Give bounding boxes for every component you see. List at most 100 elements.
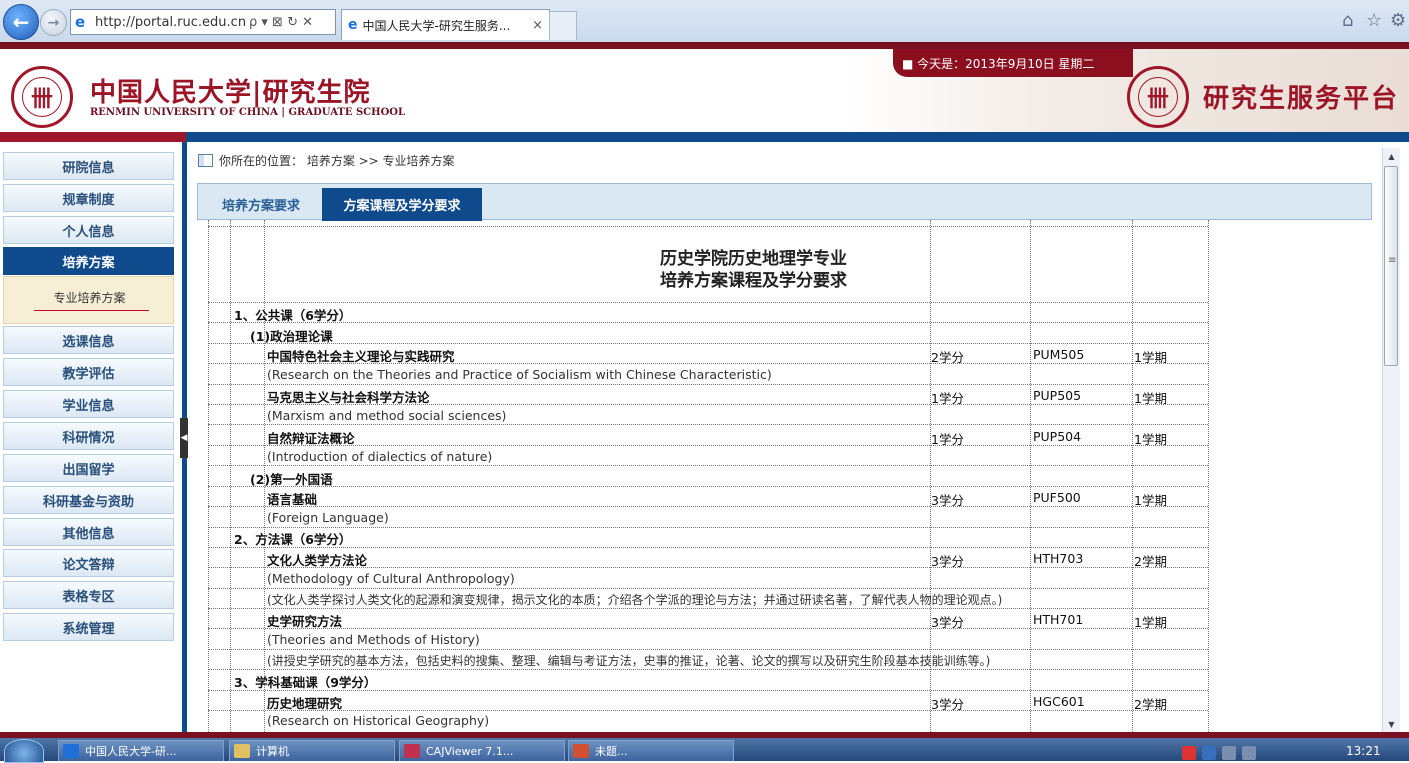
table-gridline — [208, 322, 1208, 323]
course-term: 1学期 — [1134, 432, 1167, 447]
url-text[interactable]: http://portal.ruc.edu.cn/y — [95, 15, 245, 30]
new-tab-button[interactable] — [549, 11, 577, 40]
sidebar-subitem-major-plan[interactable]: 专业培养方案 — [3, 276, 174, 324]
taskbar-item-computer[interactable]: 计算机 — [229, 740, 395, 761]
taskbar-item-label: 未题... — [595, 745, 628, 758]
sidebar-item-training-plan[interactable]: 培养方案 — [3, 247, 174, 275]
network-icon[interactable] — [1222, 746, 1236, 760]
sogou-input-icon[interactable] — [1182, 746, 1196, 760]
system-tray — [1182, 746, 1332, 761]
course-code: HGC601 — [1033, 694, 1085, 709]
course-code: PUM505 — [1033, 347, 1085, 362]
date-bar: ■ 今天是：2013年9月10日 星期二 — [893, 49, 1133, 77]
vertical-scrollbar[interactable]: ▲ ▼ — [1382, 148, 1400, 732]
course-credits: 2学分 — [931, 350, 964, 365]
home-icon[interactable]: ⌂ — [1342, 10, 1353, 31]
volume-icon[interactable] — [1242, 746, 1256, 760]
course-name: 马克思主义与社会科学方法论 — [267, 390, 430, 405]
course-code: PUP504 — [1033, 429, 1082, 444]
taskbar-item-cajviewer[interactable]: CAJViewer 7.1... — [399, 740, 565, 761]
address-bar[interactable]: e http://portal.ruc.edu.cn/y ρ ▾ ⊠ ↻ ✕ — [70, 9, 336, 35]
sidebar-item-course-selection[interactable]: 选课信息 — [3, 326, 174, 354]
breadcrumb-text: 你所在的位置： 培养方案 >> 专业培养方案 — [219, 153, 455, 168]
collapse-sidebar-icon[interactable]: ◀ — [180, 418, 188, 458]
sidebar: 研院信息 规章制度 个人信息 培养方案 选课信息 教学评估 学业信息 科研情况 … — [0, 142, 186, 732]
help-icon[interactable] — [1202, 746, 1216, 760]
header-bottom-stripe — [0, 132, 1409, 142]
sidebar-item-other-info[interactable]: 其他信息 — [3, 518, 174, 546]
address-controls[interactable]: ρ ▾ ⊠ ↻ ✕ — [249, 15, 313, 30]
tab-close-icon[interactable]: × — [532, 18, 543, 33]
sidebar-item-research[interactable]: 科研情况 — [3, 422, 174, 450]
ie-logo-icon — [63, 744, 79, 758]
scrollbar-thumb[interactable] — [1384, 166, 1398, 366]
sidebar-item-teaching-evaluation[interactable]: 教学评估 — [3, 358, 174, 386]
course-credits: 3学分 — [931, 493, 964, 508]
start-button[interactable] — [4, 739, 44, 763]
logo-english-text: RENMIN UNIVERSITY OF CHINA | GRADUATE SC… — [90, 107, 406, 118]
header-top-stripe — [0, 42, 1409, 49]
sidebar-item-regulations[interactable]: 规章制度 — [3, 184, 174, 212]
gear-icon[interactable]: ⚙ — [1390, 10, 1406, 31]
sidebar-item-study-abroad[interactable]: 出国留学 — [3, 454, 174, 482]
subsection-heading: (2)第一外国语 — [250, 472, 333, 487]
favorites-star-icon[interactable]: ☆ — [1366, 10, 1382, 31]
course-name: 史学研究方法 — [267, 614, 343, 629]
course-english-name: (Marxism and method social sciences) — [267, 408, 507, 423]
scroll-up-arrow-icon[interactable]: ▲ — [1383, 148, 1400, 164]
table-gridline — [208, 384, 1208, 385]
table-gridline — [208, 669, 1208, 670]
taskbar-item-label: CAJViewer 7.1... — [426, 744, 514, 758]
taskbar-item-label: 计算机 — [256, 745, 289, 758]
sidebar-item-graduate-info[interactable]: 研院信息 — [3, 152, 174, 180]
table-gridline — [208, 547, 1208, 548]
course-english-name: (Theories and Methods of History) — [267, 632, 480, 647]
table-gridline — [1030, 220, 1031, 732]
course-term: 1学期 — [1134, 615, 1167, 630]
course-code: HTH701 — [1033, 612, 1084, 627]
course-term: 2学期 — [1134, 697, 1167, 712]
section-heading: 2、方法课（6学分） — [234, 532, 352, 547]
table-gridline — [1132, 220, 1133, 732]
section-heading: 3、学科基础课（9学分） — [234, 675, 377, 690]
table-gridline — [208, 220, 209, 732]
sidebar-subitem-label[interactable]: 专业培养方案 — [4, 289, 175, 306]
course-credits: 3学分 — [931, 554, 964, 569]
forward-arrow-icon[interactable]: → — [40, 9, 67, 36]
course-name: 自然辩证法概论 — [267, 431, 355, 446]
course-code: PUF500 — [1033, 490, 1081, 505]
sidebar-item-personal-info[interactable]: 个人信息 — [3, 216, 174, 244]
tab-courses-credits[interactable]: 方案课程及学分要求 — [322, 188, 482, 221]
course-term: 1学期 — [1134, 493, 1167, 508]
sidebar-item-research-funding[interactable]: 科研基金与资助 — [3, 486, 174, 514]
course-code: PUP505 — [1033, 388, 1082, 403]
back-arrow-icon[interactable]: ← — [3, 4, 39, 40]
course-description: (文化人类学探讨人类文化的起源和演变规律，揭示文化的本质；介绍各个学派的理论与方… — [267, 593, 1003, 607]
sidebar-item-academic-info[interactable]: 学业信息 — [3, 390, 174, 418]
table-gridline — [208, 465, 1208, 466]
course-english-name: (Introduction of dialectics of nature) — [267, 449, 493, 464]
course-term: 1学期 — [1134, 350, 1167, 365]
course-credits: 3学分 — [931, 615, 964, 630]
tab-plan-requirements[interactable]: 培养方案要求 — [206, 188, 316, 221]
table-gridline — [1208, 220, 1209, 732]
ie-logo-icon: e — [348, 17, 358, 33]
sidebar-item-forms[interactable]: 表格专区 — [3, 581, 174, 609]
document-icon — [198, 153, 213, 167]
scroll-down-arrow-icon[interactable]: ▼ — [1383, 716, 1400, 732]
table-gridline — [208, 302, 1208, 303]
tab-title: 中国人民大学-研究生服务... — [362, 18, 511, 33]
table-gridline — [208, 527, 1208, 528]
browser-tab[interactable]: e 中国人民大学-研究生服务... × — [341, 9, 550, 40]
taskbar-item-document[interactable]: 未题... — [568, 740, 734, 761]
office-document-icon — [573, 744, 589, 758]
course-name: 中国特色社会主义理论与实践研究 — [267, 349, 455, 364]
sidebar-item-thesis-defense[interactable]: 论文答辩 — [3, 549, 174, 577]
subitem-underline — [34, 310, 149, 311]
table-gridline — [230, 220, 231, 732]
taskbar-item-browser[interactable]: 中国人民大学-研... — [58, 740, 224, 761]
tab-bar: 培养方案要求 方案课程及学分要求 — [197, 183, 1372, 221]
sidebar-item-system-admin[interactable]: 系统管理 — [3, 613, 174, 641]
taskbar-clock: 13:21 — [1346, 744, 1381, 758]
table-gridline — [208, 506, 1208, 507]
